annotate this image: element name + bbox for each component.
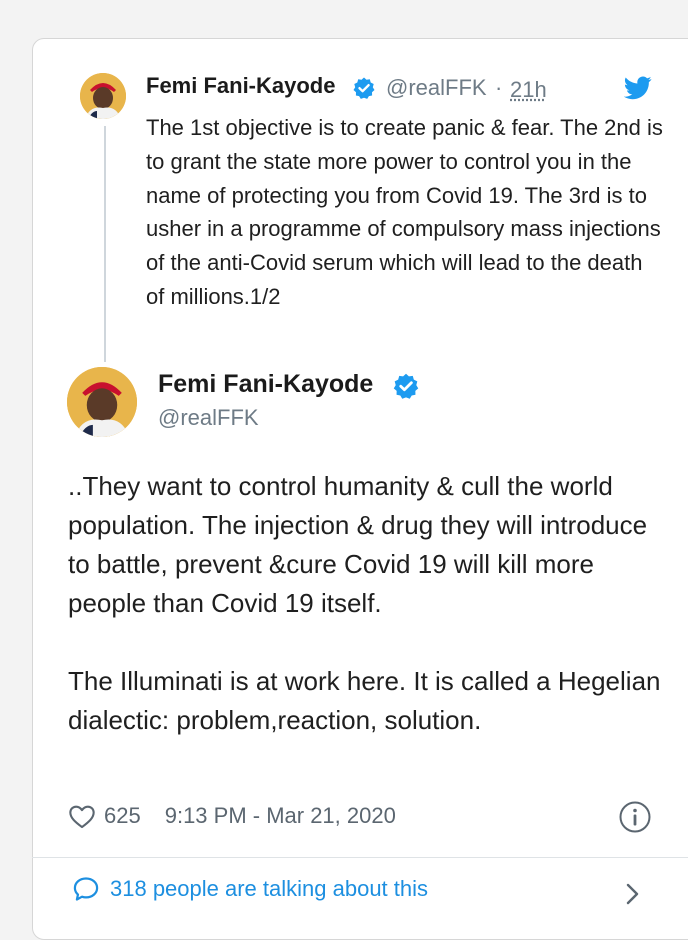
avatar-portrait-icon <box>67 367 137 437</box>
main-tweet-text: ..They want to control humanity & cull t… <box>68 467 668 740</box>
like-count[interactable]: 625 <box>104 803 141 829</box>
quoted-author-avatar[interactable] <box>80 73 126 119</box>
heart-icon[interactable] <box>68 803 96 829</box>
quoted-tweet-text: The 1st objective is to create panic & f… <box>146 111 666 314</box>
quoted-author-name[interactable]: Femi Fani-Kayode <box>146 73 335 99</box>
quoted-handle[interactable]: @realFFK <box>386 75 487 101</box>
conversation-label[interactable]: 318 people are talking about this <box>110 876 428 902</box>
main-author-avatar[interactable] <box>67 367 137 437</box>
tweet-timestamp[interactable]: 9:13 PM - Mar 21, 2020 <box>165 803 396 829</box>
verified-badge-icon <box>392 372 420 400</box>
footer-divider <box>32 857 688 858</box>
thread-connector-line <box>104 126 106 362</box>
conversation-link[interactable]: 318 people are talking about this <box>72 876 428 902</box>
verified-badge-icon <box>352 76 376 100</box>
avatar-portrait-icon <box>80 73 126 119</box>
speech-bubble-icon <box>72 876 100 902</box>
tweet-paragraph: ..They want to control humanity & cull t… <box>68 467 668 623</box>
info-icon[interactable] <box>618 800 652 834</box>
main-handle[interactable]: @realFFK <box>158 405 259 431</box>
quoted-time-ago[interactable]: 21h <box>510 77 547 103</box>
main-author-name[interactable]: Femi Fani-Kayode <box>158 370 373 399</box>
chevron-right-icon[interactable] <box>622 881 642 907</box>
tweet-paragraph: The Illuminati is at work here. It is ca… <box>68 662 668 740</box>
meta-separator: · <box>495 75 502 101</box>
tweet-footer: 625 9:13 PM - Mar 21, 2020 <box>68 796 396 836</box>
twitter-bird-icon[interactable] <box>624 76 652 100</box>
